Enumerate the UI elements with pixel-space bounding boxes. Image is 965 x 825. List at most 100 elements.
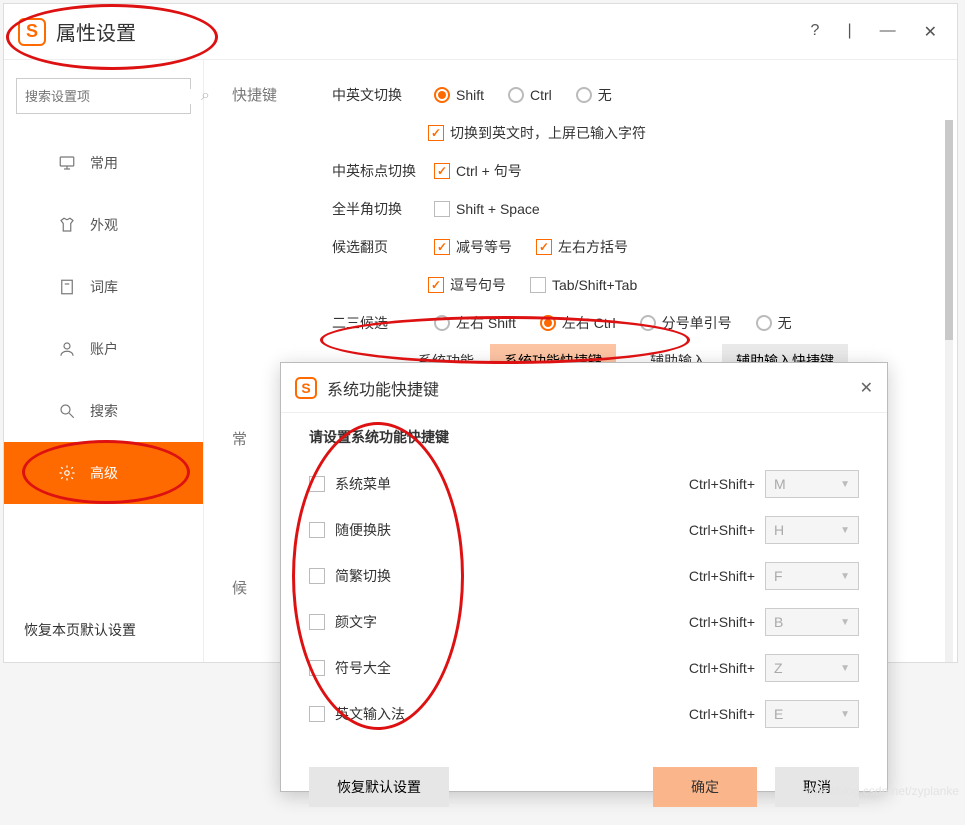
watermark: https://blog.csdn.net/zyplanke: [801, 784, 959, 798]
radio-icon: [576, 87, 592, 103]
radio-lr-ctrl[interactable]: 左右 Ctrl: [540, 313, 616, 333]
checkbox-icon[interactable]: [309, 706, 325, 722]
checkbox-icon[interactable]: [309, 660, 325, 676]
hotkey-name: 随便换肤: [335, 520, 689, 540]
chevron-down-icon: ▼: [840, 479, 850, 490]
hotkey-prefix: Ctrl+Shift+: [689, 568, 755, 584]
checkbox-icon[interactable]: [309, 476, 325, 492]
sidebar-item-label: 外观: [90, 215, 118, 235]
sidebar-item-dict[interactable]: 词库: [4, 256, 203, 318]
checkbox-icon[interactable]: [309, 568, 325, 584]
dialog-logo-icon: S: [295, 377, 317, 399]
scrollbar-thumb[interactable]: [945, 120, 953, 340]
checkbox-comma-period[interactable]: 逗号句号: [428, 275, 506, 295]
sidebar-item-label: 搜索: [90, 401, 118, 421]
checkbox-brackets[interactable]: 左右方括号: [536, 237, 628, 257]
checkbox-shift-space[interactable]: Shift + Space: [434, 201, 540, 217]
hotkey-combo[interactable]: M▼: [765, 470, 859, 498]
radio-icon: [508, 87, 524, 103]
hotkey-prefix: Ctrl+Shift+: [689, 614, 755, 630]
radio-icon: [756, 315, 772, 331]
gear-icon: [58, 464, 76, 482]
close-button[interactable]: ✕: [924, 22, 937, 42]
hotkey-row: 符号大全Ctrl+Shift+Z▼: [309, 645, 859, 691]
sidebar-item-search[interactable]: 搜索: [4, 380, 203, 442]
checkbox-tab-shift-tab[interactable]: Tab/Shift+Tab: [530, 277, 637, 293]
sidebar-item-account[interactable]: 账户: [4, 318, 203, 380]
divider: |: [847, 22, 851, 42]
hotkey-combo[interactable]: H▼: [765, 516, 859, 544]
checkbox-ctrl-period[interactable]: Ctrl + 句号: [434, 161, 522, 181]
hotkey-combo[interactable]: E▼: [765, 700, 859, 728]
sysfunc-hotkey-dialog: S 系统功能快捷键 ✕ 请设置系统功能快捷键 系统菜单Ctrl+Shift+M▼…: [280, 362, 888, 792]
chevron-down-icon: ▼: [840, 709, 850, 720]
hotkey-prefix: Ctrl+Shift+: [689, 522, 755, 538]
radio-cand-none[interactable]: 无: [756, 313, 792, 333]
hotkey-name: 颜文字: [335, 612, 689, 632]
restore-defaults-button[interactable]: 恢复默认设置: [309, 767, 449, 807]
hotkey-row: 随便换肤Ctrl+Shift+H▼: [309, 507, 859, 553]
chevron-down-icon: ▼: [840, 571, 850, 582]
help-button[interactable]: ?: [811, 22, 820, 42]
combo-value: B: [774, 614, 783, 630]
checkbox-icon: [530, 277, 546, 293]
checkbox-minus-equals[interactable]: 减号等号: [434, 237, 512, 257]
hotkey-name: 简繁切换: [335, 566, 689, 586]
ok-button[interactable]: 确定: [653, 767, 757, 807]
combo-value: E: [774, 706, 783, 722]
row-label-page: 候选翻页: [332, 237, 428, 257]
row-label-fullhalf: 全半角切换: [332, 199, 428, 219]
restore-page-defaults[interactable]: 恢复本页默认设置: [4, 600, 203, 662]
hotkey-combo[interactable]: B▼: [765, 608, 859, 636]
radio-icon: [640, 315, 656, 331]
section-hotkey-label: 快捷键: [232, 76, 332, 380]
radio-icon: [540, 315, 556, 331]
sidebar-item-appearance[interactable]: 外观: [4, 194, 203, 256]
checkbox-icon: [536, 239, 552, 255]
chevron-down-icon: ▼: [840, 525, 850, 536]
radio-semicolon-quote[interactable]: 分号单引号: [640, 313, 732, 333]
hotkey-row: 颜文字Ctrl+Shift+ B▼: [309, 599, 859, 645]
hotkey-row: 简繁切换Ctrl+Shift+F▼: [309, 553, 859, 599]
checkbox-commit-on-switch[interactable]: 切换到英文时，上屏已输入字符: [428, 123, 646, 143]
monitor-icon: [58, 154, 76, 172]
dialog-close-button[interactable]: ✕: [860, 378, 873, 398]
hotkey-name: 系统菜单: [335, 474, 689, 494]
shirt-icon: [58, 216, 76, 234]
dialog-title: 系统功能快捷键: [327, 376, 860, 400]
app-logo-icon: S: [18, 18, 46, 46]
sidebar-item-advanced[interactable]: 高级: [4, 442, 203, 504]
scrollbar[interactable]: [945, 120, 953, 662]
search-input[interactable]: [25, 89, 201, 104]
hotkey-row: 系统菜单Ctrl+Shift+M▼: [309, 461, 859, 507]
checkbox-icon[interactable]: [309, 522, 325, 538]
user-icon: [58, 340, 76, 358]
hotkey-combo[interactable]: Z▼: [765, 654, 859, 682]
sidebar-item-label: 常用: [90, 153, 118, 173]
radio-shift[interactable]: Shift: [434, 87, 484, 103]
magnifier-icon: [58, 402, 76, 420]
title-bar: S 属性设置 ? | — ✕: [4, 4, 957, 60]
checkbox-icon: [434, 201, 450, 217]
dialog-heading: 请设置系统功能快捷键: [309, 427, 859, 447]
checkbox-icon: [428, 277, 444, 293]
chevron-down-icon: ▼: [840, 663, 850, 674]
radio-none[interactable]: 无: [576, 85, 612, 105]
sidebar-item-common[interactable]: 常用: [4, 132, 203, 194]
row-label-cn-en: 中英文切换: [332, 85, 428, 105]
radio-icon: [434, 315, 450, 331]
combo-value: F: [774, 568, 783, 584]
hotkey-name: 英文输入法: [335, 704, 689, 724]
combo-value: Z: [774, 660, 783, 676]
radio-ctrl[interactable]: Ctrl: [508, 87, 552, 103]
search-box[interactable]: ⌕: [16, 78, 191, 114]
combo-value: M: [774, 476, 786, 492]
combo-value: H: [774, 522, 784, 538]
radio-lr-shift[interactable]: 左右 Shift: [434, 313, 516, 333]
sidebar-item-label: 词库: [90, 277, 118, 297]
checkbox-icon: [434, 163, 450, 179]
minimize-button[interactable]: —: [880, 22, 896, 42]
checkbox-icon[interactable]: [309, 614, 325, 630]
checkbox-icon: [434, 239, 450, 255]
hotkey-combo[interactable]: F▼: [765, 562, 859, 590]
